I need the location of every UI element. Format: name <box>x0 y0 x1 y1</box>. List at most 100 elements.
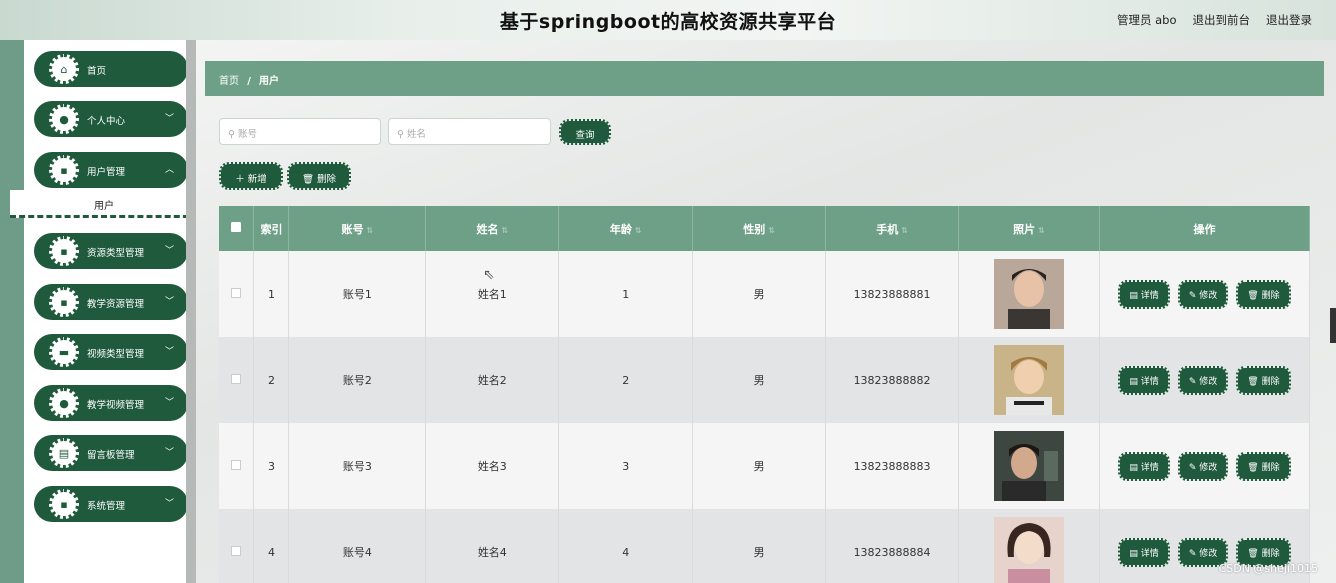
row-delete-button[interactable]: 🗑 删除 <box>1236 279 1291 309</box>
row-checkbox[interactable] <box>231 373 242 384</box>
doc-icon: ▤ <box>49 438 79 468</box>
user-photo[interactable] <box>994 345 1064 415</box>
row-checkbox[interactable] <box>231 287 242 298</box>
col-photo[interactable]: 照片 ⇅ <box>958 206 1100 251</box>
pencil-icon: ✎ <box>1188 290 1197 301</box>
sidebar-item-home[interactable]: ⌂ 首页 <box>34 51 188 87</box>
sidebar-item-teaching-video[interactable]: ● 教学视频管理 ﹀ <box>34 385 188 421</box>
col-gender-label: 性别 <box>743 222 766 236</box>
exit-to-front-link[interactable]: 退出到前台 <box>1193 12 1251 28</box>
col-name[interactable]: 姓名 ⇅ <box>425 206 560 251</box>
cell-index: 4 <box>253 509 290 583</box>
edit-button[interactable]: ✎ 修改 <box>1177 279 1229 309</box>
cell-age: 1 <box>558 251 694 337</box>
row-select[interactable] <box>219 337 255 423</box>
scrollbar-thumb[interactable] <box>1330 308 1336 343</box>
cell-actions: ▤ 详情 ✎ 修改 🗑 删除 <box>1099 251 1311 337</box>
document-icon: ▤ <box>1129 548 1138 559</box>
sort-icon[interactable]: ⇅ <box>635 226 642 235</box>
grid-icon: ▪ <box>49 236 79 266</box>
sort-icon[interactable]: ⇅ <box>901 226 908 235</box>
detail-button[interactable]: ▤ 详情 <box>1118 365 1170 395</box>
table-row[interactable]: 4 账号4 姓名4 4 男 13823888884 ▤ 详情 ✎ 修改 🗑 删除 <box>219 509 1311 583</box>
table-row[interactable]: 3 账号3 姓名3 3 男 13823888883 ▤ 详情 ✎ 修改 🗑 删除 <box>219 423 1311 509</box>
sort-icon[interactable]: ⇅ <box>768 226 775 235</box>
name-search-input[interactable]: ⚲ 姓名 <box>388 118 551 145</box>
col-gender[interactable]: 性别 ⇅ <box>692 206 827 251</box>
grid-icon: ▪ <box>49 489 79 519</box>
row-select[interactable] <box>219 423 255 509</box>
user-photo[interactable] <box>994 259 1064 329</box>
logout-link[interactable]: 退出登录 <box>1266 12 1312 28</box>
search-icon: ⚲ <box>228 129 235 140</box>
sort-icon[interactable]: ⇅ <box>501 226 508 235</box>
detail-button[interactable]: ▤ 详情 <box>1118 279 1170 309</box>
cell-account: 账号3 <box>288 423 427 509</box>
select-all-checkbox[interactable] <box>231 222 242 232</box>
grid-icon: ▪ <box>49 155 79 185</box>
sidebar-item-label: 留言板管理 <box>87 450 135 461</box>
sidebar-item-teaching-resource[interactable]: ▪ 教学资源管理 ﹀ <box>34 284 188 320</box>
row-delete-button[interactable]: 🗑 删除 <box>1236 451 1291 481</box>
sort-icon[interactable]: ⇅ <box>1038 226 1045 235</box>
add-button[interactable]: ＋ 新增 <box>219 162 283 190</box>
breadcrumb-current: 用户 <box>259 76 280 87</box>
col-account[interactable]: 账号 ⇅ <box>288 206 427 251</box>
cell-gender: 男 <box>692 423 827 509</box>
cell-name: 姓名4 <box>425 509 560 583</box>
col-age-label: 年龄 <box>609 222 632 236</box>
breadcrumb-home[interactable]: 首页 <box>219 76 239 87</box>
row-checkbox[interactable] <box>231 459 242 470</box>
cell-name: 姓名2 <box>425 337 560 423</box>
row-checkbox[interactable] <box>231 545 242 556</box>
sidebar-item-profile[interactable]: ● 个人中心 ﹀ <box>34 101 188 137</box>
chevron-down-icon: ﹀ <box>164 499 174 509</box>
sidebar-item-label: 视频类型管理 <box>87 349 145 360</box>
col-account-label: 账号 <box>341 222 364 236</box>
detail-button[interactable]: ▤ 详情 <box>1118 451 1170 481</box>
edit-button[interactable]: ✎ 修改 <box>1177 365 1229 395</box>
table-row[interactable]: 2 账号2 姓名2 2 男 13823888882 ▤ 详情 ✎ 修改 🗑 删除 <box>219 337 1311 423</box>
select-all-cell[interactable] <box>219 206 255 251</box>
detail-button[interactable]: ▤ 详情 <box>1118 537 1170 567</box>
sidebar-item-resource-type[interactable]: ▪ 资源类型管理 ﹀ <box>34 233 188 269</box>
sidebar-item-system[interactable]: ▪ 系统管理 ﹀ <box>34 486 188 522</box>
sidebar-item-message-board[interactable]: ▤ 留言板管理 ﹀ <box>34 435 188 471</box>
sort-icon[interactable]: ⇅ <box>367 226 374 235</box>
col-age[interactable]: 年龄 ⇅ <box>558 206 694 251</box>
row-delete-button[interactable]: 🗑 删除 <box>1236 365 1291 395</box>
trash-icon: 🗑 <box>1247 290 1259 301</box>
cell-age: 4 <box>558 509 694 583</box>
sidebar-item-label: 资源类型管理 <box>87 248 145 259</box>
chevron-up-icon: ︿ <box>164 165 174 175</box>
cell-photo <box>958 251 1100 337</box>
user-icon: ● <box>49 388 79 418</box>
document-icon: ▤ <box>1129 290 1138 301</box>
breadcrumb: 首页 / 用户 <box>205 61 1324 96</box>
col-photo-label: 照片 <box>1013 222 1036 236</box>
sidebar-item-user-management[interactable]: ▪ 用户管理 ︿ <box>34 152 188 188</box>
col-phone[interactable]: 手机 ⇅ <box>825 206 960 251</box>
account-search-input[interactable]: ⚲ 账号 <box>219 118 381 145</box>
mouse-cursor-icon: ⇖ <box>483 267 495 283</box>
cell-account: 账号2 <box>288 337 427 423</box>
trash-icon: 🗑 <box>1247 548 1259 559</box>
bulk-delete-button[interactable]: 🗑 删除 <box>287 162 351 190</box>
cell-phone: 13823888881 <box>825 251 960 337</box>
table-row[interactable]: 1 账号1 姓名1 1 男 13823888881 ▤ 详情 ✎ 修改 🗑 删除 <box>219 251 1311 337</box>
row-select[interactable] <box>219 251 255 337</box>
sidebar-item-label: 个人中心 <box>87 116 126 127</box>
user-photo[interactable] <box>994 431 1064 501</box>
sidebar-edge <box>0 40 24 583</box>
trash-icon: 🗑 <box>301 174 314 185</box>
edit-label: 修改 <box>1199 376 1218 387</box>
cell-account: 账号1 <box>288 251 427 337</box>
search-icon: ⚲ <box>397 129 404 140</box>
row-select[interactable] <box>219 509 255 583</box>
add-label: 新增 <box>247 174 267 185</box>
sidebar-item-video-type[interactable]: ▬ 视频类型管理 ﹀ <box>34 334 188 370</box>
edit-button[interactable]: ✎ 修改 <box>1177 451 1229 481</box>
user-photo[interactable] <box>994 517 1064 583</box>
query-button[interactable]: 查询 <box>559 119 611 145</box>
submenu-item-user[interactable]: 用户 <box>10 190 198 218</box>
